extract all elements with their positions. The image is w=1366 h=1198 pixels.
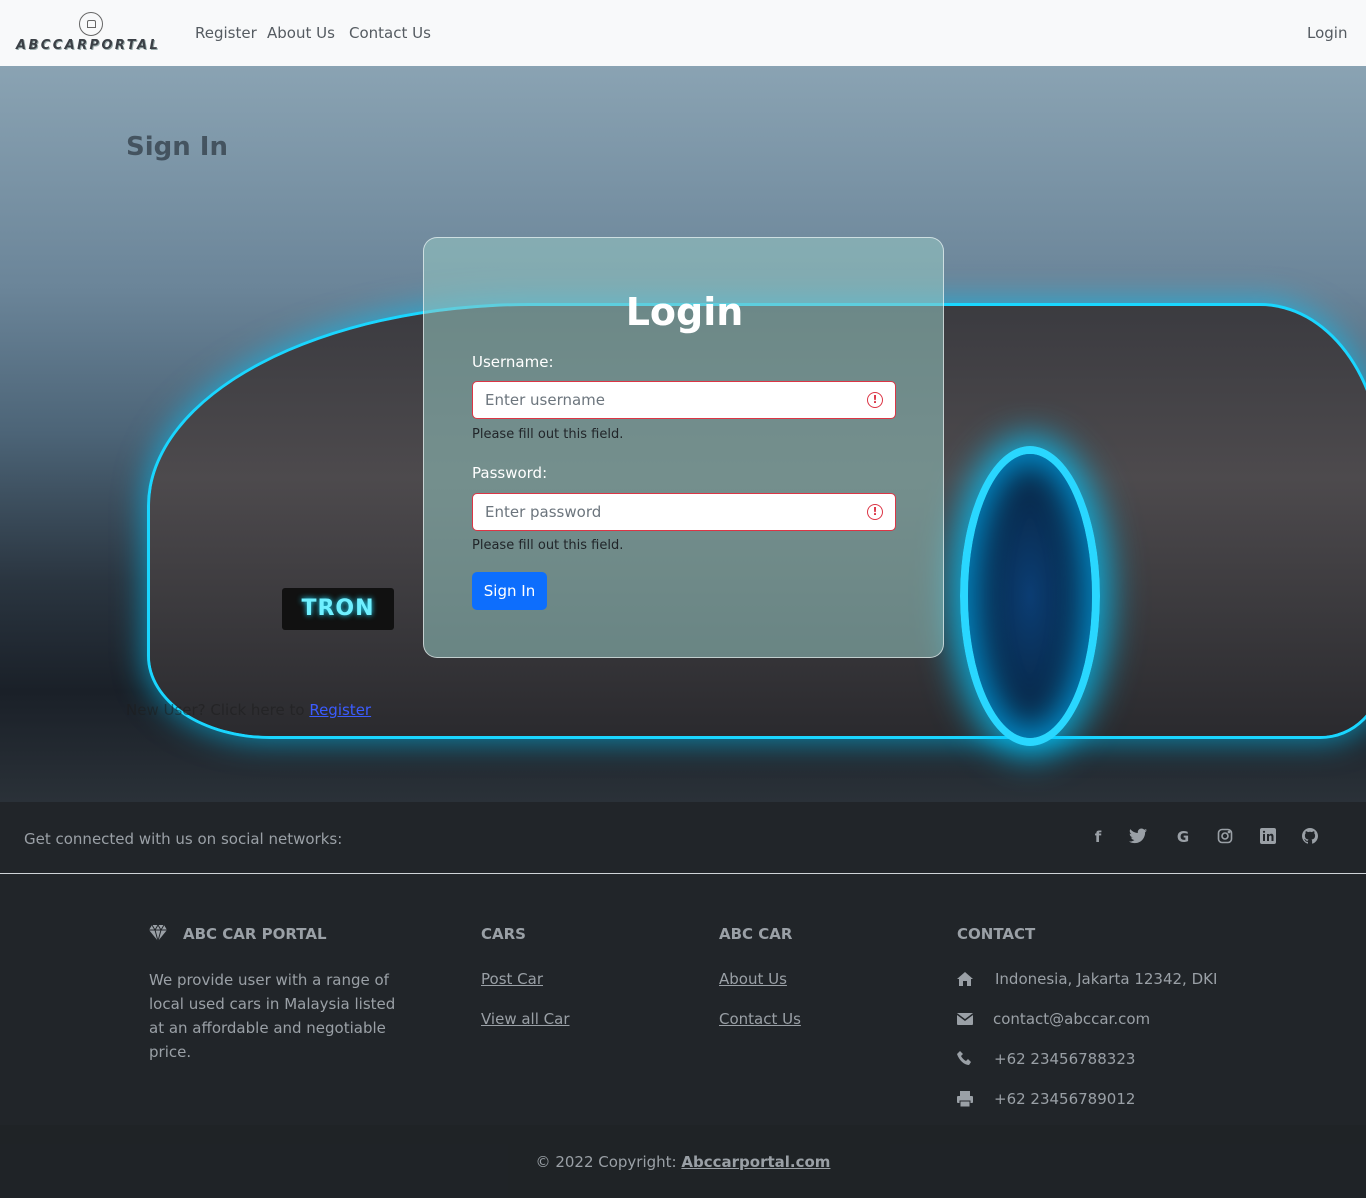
top-navbar: ABCCARPORTAL Register About Us Contact U… <box>0 0 1366 66</box>
license-plate: TRON <box>282 588 394 630</box>
brand-logo[interactable]: ABCCARPORTAL <box>16 12 172 56</box>
nav-register-link[interactable]: Register <box>195 24 257 42</box>
github-icon[interactable] <box>1301 828 1319 846</box>
footer: ABC CAR PORTAL We provide user with a ra… <box>0 875 1366 1198</box>
contact-email: contact@abccar.com <box>993 1010 1151 1028</box>
footer-about-link[interactable]: About Us <box>719 970 787 988</box>
facebook-icon[interactable]: f <box>1089 828 1107 846</box>
footer-brand-title: ABC CAR PORTAL <box>183 925 327 943</box>
garage-icon <box>79 12 103 36</box>
password-label: Password: <box>472 464 548 482</box>
phone-icon <box>957 1051 971 1065</box>
twitter-icon[interactable] <box>1129 828 1147 846</box>
footer-contact-link[interactable]: Contact Us <box>719 1010 801 1028</box>
contact-phone: +62 23456788323 <box>994 1050 1136 1068</box>
copyright: © 2022 Copyright: Abccarportal.com <box>0 1153 1366 1171</box>
password-error-icon: ! <box>867 504 883 520</box>
footer-contact-title: CONTACT <box>957 925 1036 943</box>
username-label: Username: <box>472 353 554 371</box>
password-input[interactable] <box>472 493 896 531</box>
car-wheel <box>960 446 1100 746</box>
instagram-icon[interactable] <box>1216 828 1234 846</box>
social-text: Get connected with us on social networks… <box>24 830 343 848</box>
brand-text: ABCCARPORTAL <box>16 38 161 53</box>
ghost-sign-in-title: Sign In <box>126 132 228 162</box>
ghost-register-prefix: New User? Click here to <box>126 701 305 719</box>
nav-about-link[interactable]: About Us <box>267 24 335 42</box>
gem-icon <box>149 925 167 941</box>
footer-abc-title: ABC CAR <box>719 925 793 943</box>
sign-in-button[interactable]: Sign In <box>472 572 547 610</box>
print-icon <box>957 1091 973 1107</box>
contact-address: Indonesia, Jakarta 12342, DKI <box>995 970 1218 988</box>
login-card: Login Username: ! Please fill out this f… <box>423 237 944 658</box>
footer-post-car-link[interactable]: Post Car <box>481 970 543 988</box>
contact-fax: +62 23456789012 <box>994 1090 1136 1108</box>
username-error-icon: ! <box>867 392 883 408</box>
footer-view-all-car-link[interactable]: View all Car <box>481 1010 570 1028</box>
password-hint: Please fill out this field. <box>472 538 624 553</box>
ghost-register-link[interactable]: Register <box>309 701 371 719</box>
username-input[interactable] <box>472 381 896 419</box>
google-icon[interactable]: G <box>1174 828 1192 846</box>
footer-cars-title: CARS <box>481 925 526 943</box>
home-icon <box>957 972 973 986</box>
ghost-register-text: New User? Click here to Register <box>126 701 371 719</box>
nav-login-link[interactable]: Login <box>1307 24 1347 42</box>
login-title: Login <box>625 290 744 334</box>
footer-brand-text: We provide user with a range of local us… <box>149 971 396 1061</box>
linkedin-icon[interactable] <box>1259 828 1277 846</box>
copyright-text: © 2022 Copyright: <box>535 1153 677 1171</box>
envelope-icon <box>957 1013 973 1025</box>
hero-background: TRON Sign In New User? Click here to Reg… <box>0 66 1366 802</box>
username-hint: Please fill out this field. <box>472 427 624 442</box>
copyright-link[interactable]: Abccarportal.com <box>681 1153 830 1171</box>
social-bar: Get connected with us on social networks… <box>0 802 1366 874</box>
nav-contact-link[interactable]: Contact Us <box>349 24 431 42</box>
